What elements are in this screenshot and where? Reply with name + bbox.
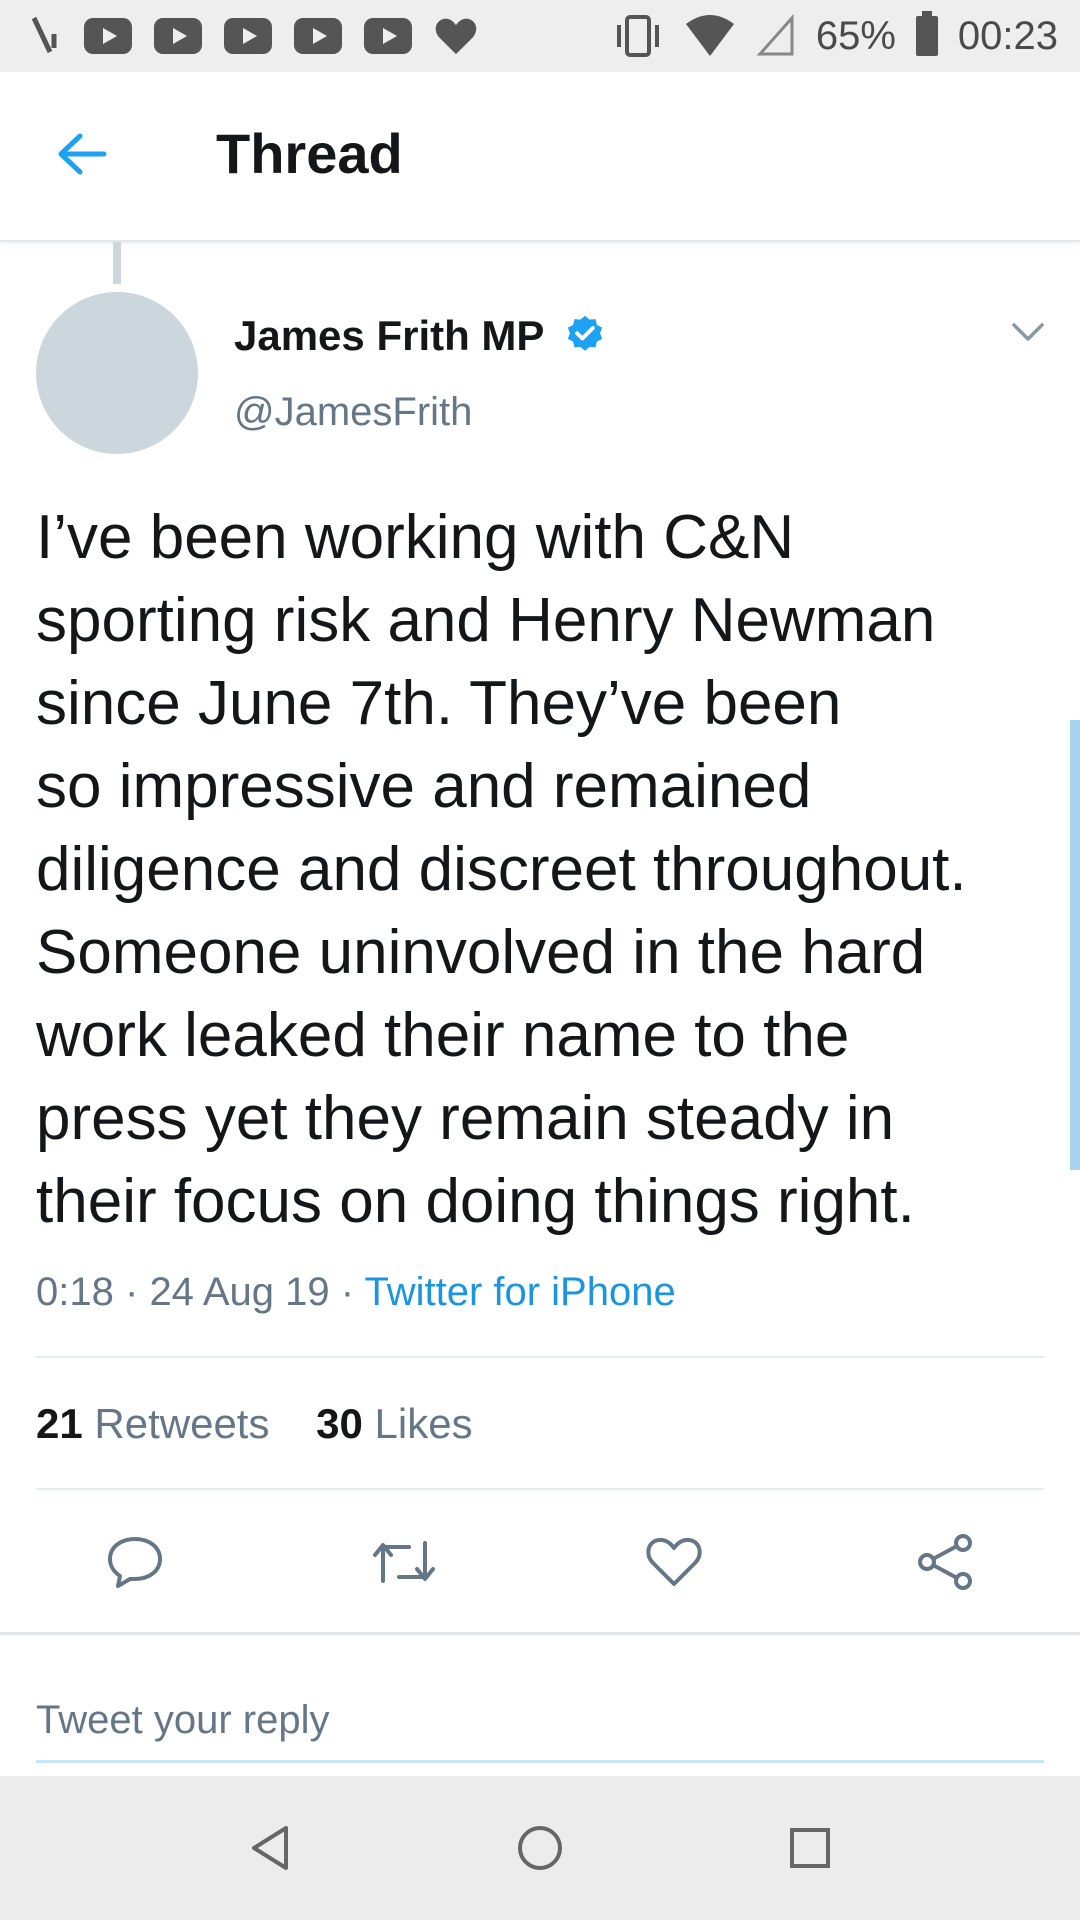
- tweet-menu-button[interactable]: [1010, 320, 1046, 349]
- clock: 00:23: [957, 13, 1058, 58]
- tweet-text: I’ve been working with C&N sporting risk…: [36, 503, 967, 1236]
- retweets-stat[interactable]: 21 Retweets: [36, 1400, 269, 1447]
- tweet-actions: [0, 1530, 1080, 1594]
- tweet-time: 0:18: [36, 1270, 114, 1314]
- engagement-counts: 21 Retweets 30 Likes: [36, 1398, 473, 1450]
- meta-separator: ·: [124, 1270, 139, 1314]
- chevron-down-icon: [1012, 323, 1044, 341]
- nav-home-button[interactable]: [510, 1818, 570, 1878]
- battery-icon: [915, 11, 938, 56]
- page-title: Thread: [216, 122, 403, 185]
- divider: [36, 1356, 1044, 1358]
- verified-badge-icon: [567, 315, 603, 351]
- retweets-label: Retweets: [94, 1400, 270, 1447]
- youtube-notification-icon: [154, 18, 202, 54]
- system-status: 65% 00:23: [612, 10, 1058, 62]
- share-button[interactable]: [910, 1530, 980, 1594]
- share-icon: [918, 1534, 972, 1590]
- heart-icon: [646, 1537, 702, 1586]
- status-bar: 65% 00:23: [0, 0, 1080, 72]
- circle-home-icon: [518, 1826, 562, 1870]
- reply-button[interactable]: [100, 1530, 170, 1594]
- tweet-date: 24 Aug 19: [149, 1270, 330, 1314]
- cell-signal-icon: [756, 14, 794, 56]
- scrollbar[interactable]: [1070, 720, 1080, 1170]
- nav-back-button[interactable]: [240, 1818, 300, 1878]
- likes-count: 30: [316, 1400, 363, 1447]
- youtube-notification-icon: [84, 18, 132, 54]
- nav-recents-button[interactable]: [780, 1818, 840, 1878]
- reply-input[interactable]: [36, 1680, 1044, 1763]
- signal-slash-icon: [31, 16, 57, 54]
- arrow-left-icon: [58, 133, 107, 175]
- tweet-source-link[interactable]: Twitter for iPhone: [364, 1270, 675, 1314]
- system-navigation-bar: [0, 1776, 1080, 1920]
- top-app-bar: Thread: [0, 72, 1080, 242]
- youtube-notification-icon: [294, 18, 342, 54]
- divider: [36, 1488, 1044, 1490]
- retweet-button[interactable]: [369, 1530, 439, 1594]
- youtube-notification-icon: [364, 18, 412, 54]
- likes-stat[interactable]: 30 Likes: [316, 1400, 472, 1447]
- retweets-count: 21: [36, 1400, 83, 1447]
- wifi-icon: [685, 15, 734, 56]
- tweet-metadata: 0:18 · 24 Aug 19 · Twitter for iPhone: [36, 1264, 676, 1320]
- likes-label: Likes: [374, 1400, 473, 1447]
- back-button[interactable]: [52, 124, 112, 184]
- heart-notification-icon: [435, 18, 477, 55]
- vibrate-icon: [616, 15, 659, 57]
- comment-icon: [108, 1537, 162, 1588]
- thread-connector-line: [113, 242, 121, 284]
- author-handle[interactable]: @JamesFrith: [234, 388, 472, 436]
- youtube-notification-icon: [224, 18, 272, 54]
- battery-percent: 65%: [815, 13, 896, 58]
- avatar[interactable]: [36, 292, 198, 454]
- square-recents-icon: [790, 1828, 830, 1868]
- like-button[interactable]: [639, 1530, 709, 1594]
- author-name[interactable]: James Frith MP: [234, 312, 544, 360]
- divider: [0, 1632, 1080, 1635]
- retweet-icon: [373, 1541, 435, 1583]
- notification-icons: [30, 14, 478, 58]
- meta-separator: ·: [340, 1270, 355, 1314]
- triangle-back-icon: [252, 1826, 288, 1870]
